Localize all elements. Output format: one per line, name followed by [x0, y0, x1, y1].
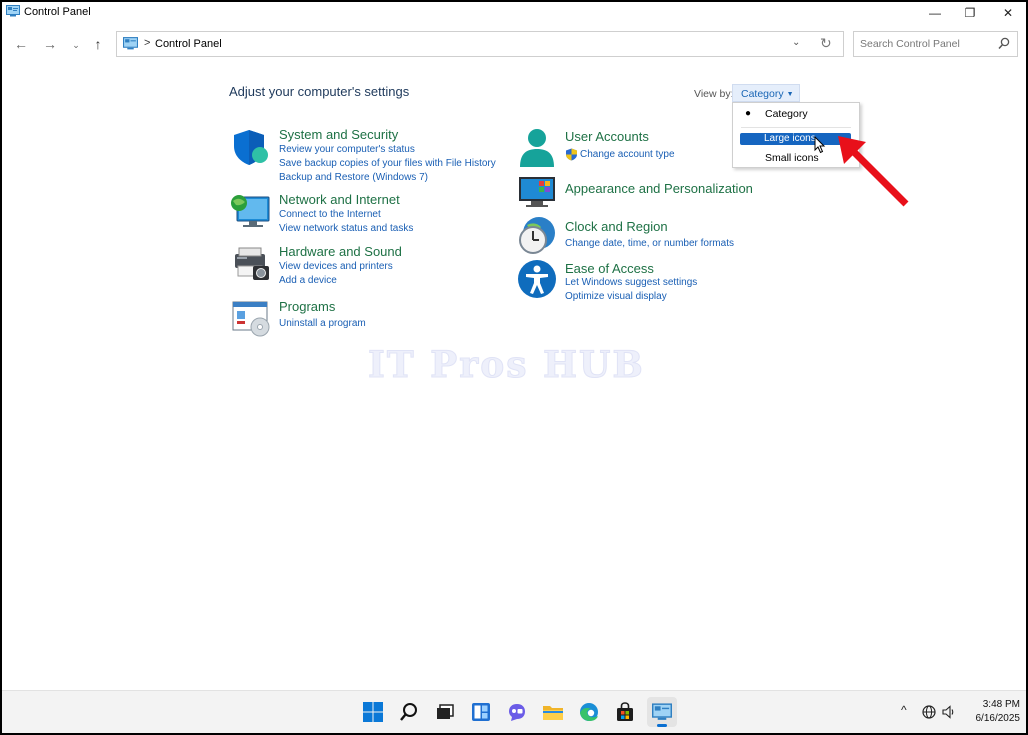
category-clock-region: Clock and Region Change date, time, or n… [517, 215, 777, 259]
task-view-icon [437, 704, 454, 719]
file-explorer-button[interactable] [540, 699, 566, 725]
start-button[interactable] [360, 699, 386, 725]
widgets-button[interactable] [468, 699, 494, 725]
widgets-icon [472, 703, 490, 721]
category-title[interactable]: Programs [279, 299, 335, 314]
mouse-cursor-icon [814, 136, 826, 154]
category-link[interactable]: Review your computer's status [279, 144, 415, 155]
category-link[interactable]: View network status and tasks [279, 223, 413, 234]
search-input[interactable]: Search Control Panel [860, 38, 960, 50]
store-button[interactable] [612, 699, 638, 725]
navigation-bar: ← → ⌄ ↑ > Control Panel ⌄ ↻ Search Contr… [2, 29, 1026, 59]
control-panel-icon [652, 703, 672, 720]
menu-item-label: Large icons [764, 133, 816, 144]
minimize-button[interactable]: — [916, 2, 954, 24]
title-bar: Control Panel — ❐ ✕ [2, 2, 1026, 24]
category-link[interactable]: Let Windows suggest settings [565, 277, 697, 288]
user-icon[interactable] [517, 127, 557, 167]
clock-date: 6/16/2025 [975, 713, 1021, 724]
category-title[interactable]: User Accounts [565, 129, 649, 144]
view-by-label: View by: [694, 88, 734, 100]
windows-logo-icon [363, 702, 383, 722]
breadcrumb-separator-icon[interactable]: > [144, 37, 150, 49]
programs-icon[interactable] [231, 299, 271, 339]
close-button[interactable]: ✕ [989, 2, 1026, 24]
chat-icon [509, 704, 525, 721]
appearance-monitor-icon[interactable] [517, 173, 557, 213]
category-link[interactable]: Change account type [580, 149, 675, 160]
edge-button[interactable] [576, 699, 602, 725]
search-box[interactable]: Search Control Panel [853, 31, 1018, 57]
task-view-button[interactable] [432, 699, 458, 725]
category-link[interactable]: Uninstall a program [279, 318, 366, 329]
active-indicator [657, 724, 667, 727]
taskbar: ^ 3:48 PM 6/16/2025 [2, 690, 1026, 733]
category-link[interactable]: Optimize visual display [565, 291, 667, 302]
forward-button[interactable]: → [40, 34, 60, 54]
menu-item-large-icons[interactable]: Large icons [740, 133, 851, 145]
back-button[interactable]: ← [11, 34, 31, 54]
window-title: Control Panel [24, 6, 91, 18]
category-link[interactable]: Connect to the Internet [279, 209, 381, 220]
category-appearance: Appearance and Personalization [517, 173, 777, 209]
view-by-value: Category [741, 88, 784, 100]
category-title[interactable]: Clock and Region [565, 219, 668, 234]
search-icon [400, 703, 417, 721]
menu-item-label: Small icons [765, 152, 819, 164]
watermark: IT Pros HUB [368, 344, 645, 387]
volume-icon[interactable] [942, 705, 956, 719]
category-link[interactable]: Save backup copies of your files with Fi… [279, 158, 496, 169]
address-bar[interactable]: > Control Panel ⌄ ↻ [116, 31, 844, 57]
category-link[interactable]: View devices and printers [279, 261, 393, 272]
clock-globe-icon[interactable] [517, 215, 557, 255]
recent-locations-button[interactable]: ⌄ [66, 35, 86, 55]
category-ease-of-access: Ease of Access Let Windows suggest setti… [517, 259, 777, 303]
network-globe-icon[interactable] [231, 192, 271, 232]
category-system-security: System and Security Review your computer… [231, 127, 531, 183]
menu-separator [741, 127, 851, 128]
menu-item-category[interactable]: ● Category [735, 106, 857, 122]
uac-shield-icon [566, 148, 577, 161]
search-taskbar-button[interactable] [396, 699, 422, 725]
accessibility-icon[interactable] [517, 259, 557, 299]
printer-icon[interactable] [231, 244, 271, 284]
chat-button[interactable] [504, 699, 530, 725]
maximize-button[interactable]: ❐ [951, 2, 989, 24]
category-programs: Programs Uninstall a program [231, 299, 531, 339]
breadcrumb-control-panel[interactable]: Control Panel [155, 38, 222, 50]
category-link[interactable]: Add a device [279, 275, 337, 286]
address-dropdown-icon[interactable]: ⌄ [792, 37, 800, 48]
search-icon[interactable] [997, 36, 1011, 52]
category-title[interactable]: Ease of Access [565, 261, 654, 276]
store-bag-icon [617, 702, 633, 721]
folder-icon [543, 706, 563, 720]
clock-time: 3:48 PM [982, 699, 1020, 710]
category-link[interactable]: Change date, time, or number formats [565, 238, 734, 249]
control-panel-taskbar-button[interactable] [647, 697, 677, 727]
network-globe-tray-icon[interactable] [922, 705, 936, 719]
category-title[interactable]: Hardware and Sound [279, 244, 402, 259]
refresh-button[interactable]: ↻ [820, 35, 832, 52]
category-hardware-sound: Hardware and Sound View devices and prin… [231, 244, 531, 288]
control-panel-icon [123, 37, 138, 50]
screen: Control Panel — ❐ ✕ ← → ⌄ ↑ > Control Pa… [2, 2, 1026, 733]
show-hidden-icons-button[interactable]: ^ [901, 703, 907, 717]
shield-icon[interactable] [231, 127, 271, 167]
up-button[interactable]: ↑ [88, 34, 108, 54]
edge-browser-icon [580, 703, 598, 721]
category-network-internet: Network and Internet Connect to the Inte… [231, 192, 531, 236]
red-arrow-annotation-icon [838, 136, 909, 207]
category-title[interactable]: Network and Internet [279, 192, 400, 207]
system-clock[interactable]: 3:48 PM 6/16/2025 [964, 698, 1021, 726]
selected-bullet-icon: ● [745, 108, 752, 119]
control-panel-icon [6, 5, 20, 17]
page-heading: Adjust your computer's settings [229, 84, 410, 99]
category-link[interactable]: Backup and Restore (Windows 7) [279, 172, 428, 183]
category-title[interactable]: Appearance and Personalization [565, 181, 753, 196]
category-title[interactable]: System and Security [279, 127, 398, 142]
dropdown-caret-icon: ▼ [786, 91, 794, 98]
menu-item-label: Category [765, 108, 808, 120]
view-by-dropdown[interactable]: Category ▼ [732, 84, 800, 102]
